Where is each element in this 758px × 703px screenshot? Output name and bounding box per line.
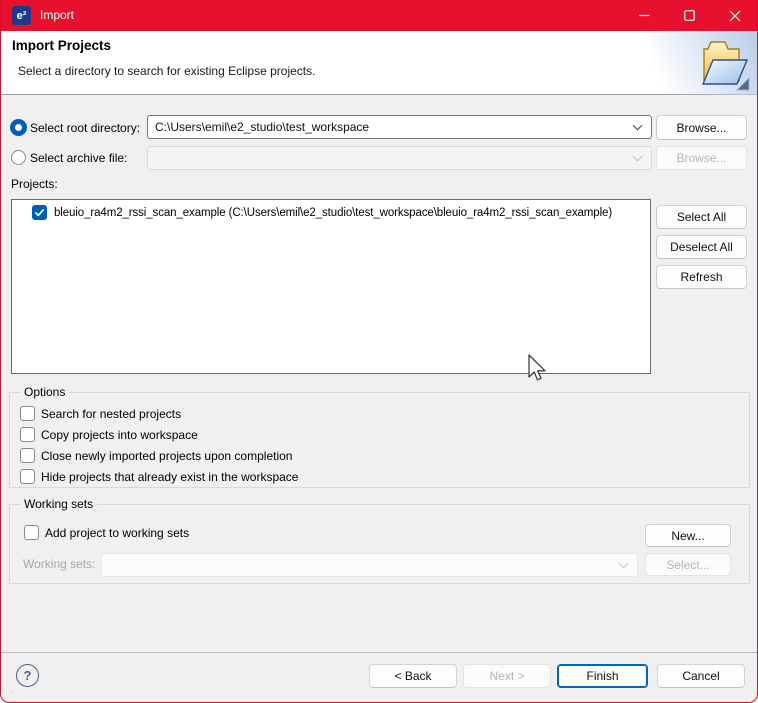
chevron-down-icon — [633, 152, 643, 162]
mouse-cursor — [527, 354, 547, 389]
search-nested-label: Search for nested projects — [41, 407, 181, 421]
chevron-down-icon — [633, 121, 643, 131]
footer-divider — [1, 652, 757, 653]
hide-existing-label: Hide projects that already exist in the … — [41, 470, 298, 484]
root-directory-value: C:\Users\emil\e2_studio\test_workspace — [155, 120, 369, 134]
add-to-working-sets-checkbox[interactable] — [24, 525, 39, 540]
finish-label: Finish — [586, 669, 618, 683]
working-sets-combobox — [101, 553, 638, 577]
select-archive-file-label: Select archive file: — [30, 151, 127, 165]
working-sets-field-label: Working sets: — [23, 557, 95, 571]
search-nested-checkbox[interactable] — [20, 406, 35, 421]
copy-projects-checkbox[interactable] — [20, 427, 35, 442]
root-directory-combobox[interactable]: C:\Users\emil\e2_studio\test_workspace — [147, 115, 652, 139]
close-imported-label: Close newly imported projects upon compl… — [41, 449, 292, 463]
working-sets-legend: Working sets — [20, 497, 97, 511]
browse-archive-button: Browse... — [656, 146, 747, 170]
deselect-all-button[interactable]: Deselect All — [656, 235, 747, 259]
archive-file-combobox — [147, 146, 652, 170]
window-controls — [622, 0, 757, 31]
new-working-set-label: New... — [671, 529, 704, 543]
open-folder-icon — [692, 33, 752, 98]
select-all-label: Select All — [677, 210, 726, 224]
new-working-set-button[interactable]: New... — [645, 524, 731, 547]
import-dialog-window: e² Import Import Projects Select a direc… — [0, 0, 758, 703]
options-legend: Options — [20, 385, 69, 399]
refresh-label: Refresh — [680, 270, 722, 284]
project-item-label: bleuio_ra4m2_rssi_scan_example (C:\Users… — [54, 207, 612, 219]
select-all-button[interactable]: Select All — [656, 205, 747, 229]
close-button[interactable] — [712, 0, 757, 31]
minimize-button[interactable] — [622, 0, 667, 31]
select-working-set-button: Select... — [645, 553, 731, 576]
browse-root-button[interactable]: Browse... — [656, 115, 747, 140]
add-to-working-sets-label: Add project to working sets — [45, 526, 189, 540]
chevron-down-icon — [619, 559, 629, 569]
cancel-label: Cancel — [682, 669, 719, 683]
select-root-directory-radio[interactable] — [10, 119, 27, 136]
select-archive-file-radio[interactable] — [11, 150, 26, 165]
minimize-icon — [639, 10, 650, 21]
browse-root-label: Browse... — [676, 121, 726, 135]
close-icon — [729, 10, 741, 22]
list-item[interactable]: bleuio_ra4m2_rssi_scan_example (C:\Users… — [12, 204, 650, 224]
cancel-button[interactable]: Cancel — [657, 664, 745, 688]
check-icon — [33, 206, 46, 219]
window-title: Import — [40, 0, 74, 31]
app-icon-text: e² — [17, 10, 27, 22]
maximize-button[interactable] — [667, 0, 712, 31]
refresh-button[interactable]: Refresh — [656, 265, 747, 289]
page-title: Import Projects — [12, 38, 111, 53]
select-root-directory-label: Select root directory: — [30, 121, 140, 135]
deselect-all-label: Deselect All — [670, 240, 733, 254]
copy-projects-label: Copy projects into workspace — [41, 428, 198, 442]
next-button: Next > — [463, 664, 551, 688]
select-working-set-label: Select... — [666, 558, 709, 572]
projects-label: Projects: — [11, 177, 58, 191]
close-imported-checkbox[interactable] — [20, 448, 35, 463]
question-mark-icon: ? — [24, 668, 32, 683]
maximize-icon — [684, 10, 695, 21]
finish-button[interactable]: Finish — [557, 664, 648, 688]
hide-existing-checkbox[interactable] — [20, 469, 35, 484]
back-label: < Back — [394, 669, 431, 683]
page-subtitle: Select a directory to search for existin… — [18, 64, 315, 78]
help-button[interactable]: ? — [16, 664, 39, 687]
title-bar: e² Import — [1, 0, 757, 31]
browse-archive-label: Browse... — [676, 151, 726, 165]
projects-list[interactable]: bleuio_ra4m2_rssi_scan_example (C:\Users… — [11, 199, 651, 374]
dialog-header: Import Projects Select a directory to se… — [1, 31, 757, 95]
back-button[interactable]: < Back — [369, 664, 457, 688]
next-label: Next > — [489, 669, 524, 683]
e2-studio-app-icon: e² — [12, 6, 31, 25]
project-checkbox[interactable] — [32, 205, 47, 220]
